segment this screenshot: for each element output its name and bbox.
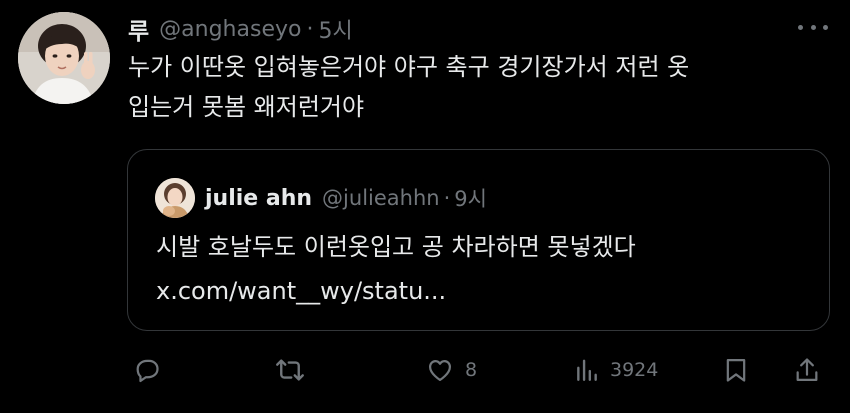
like-count: 8 [465, 359, 478, 381]
reply-icon [136, 359, 159, 383]
tweet-container: 루 @anghaseyo · 5시 누가 이딴옷 입혀놓은거야 야구 축구 경기… [0, 0, 850, 413]
views-count: 3924 [610, 359, 659, 381]
tweet-text: 누가 이딴옷 입혀놓은거야 야구 축구 경기장가서 저런 옷 입는거 못봄 왜저… [128, 47, 828, 127]
quote-avatar-photo [155, 178, 195, 218]
tweet-text-line: 입는거 못봄 왜저런거야 [128, 93, 365, 121]
share-button[interactable] [793, 350, 821, 390]
like-button[interactable]: 8 [425, 350, 477, 390]
repost-icon [276, 359, 304, 381]
quote-text-line: 시발 호날두도 이런옷입고 공 차라하면 못넣겠다 [156, 233, 636, 261]
quote-avatar[interactable] [155, 178, 195, 218]
avatar[interactable] [18, 12, 110, 104]
repost-button[interactable] [275, 350, 305, 390]
heart-icon [428, 360, 452, 382]
quote-tweet-card[interactable]: julie ahn @julieahhn · 9시 시발 호날두도 이런옷입고 … [127, 149, 830, 331]
more-options-icon[interactable] [798, 20, 828, 34]
quote-user-handle[interactable]: @julieahhn [322, 186, 440, 210]
display-name[interactable]: 루 [128, 12, 149, 46]
bookmark-icon [726, 358, 746, 382]
quote-link[interactable]: x.com/want__wy/statu... [156, 269, 816, 313]
separator-dot: · [306, 16, 314, 42]
action-bar: 8 3924 [128, 350, 828, 390]
timestamp[interactable]: 5시 [318, 13, 352, 45]
more-dot [798, 24, 803, 30]
user-handle[interactable]: @anghaseyo [159, 17, 301, 42]
reply-button[interactable] [133, 350, 161, 390]
tweet-header: 루 @anghaseyo · 5시 [128, 12, 790, 46]
views-button[interactable]: 3924 [574, 350, 658, 390]
more-dot [823, 24, 828, 30]
views-icon [577, 359, 597, 381]
bookmark-button[interactable] [722, 350, 750, 390]
quote-display-name[interactable]: julie ahn [205, 186, 312, 211]
quote-timestamp[interactable]: 9시 [454, 183, 487, 213]
quote-separator-dot: · [443, 186, 451, 210]
more-dot [810, 24, 816, 30]
quote-text: 시발 호날두도 이런옷입고 공 차라하면 못넣겠다 x.com/want__wy… [156, 225, 816, 313]
avatar-photo [18, 12, 110, 104]
quote-header: julie ahn @julieahhn · 9시 [205, 178, 487, 218]
share-icon [796, 358, 818, 382]
tweet-text-line: 누가 이딴옷 입혀놓은거야 야구 축구 경기장가서 저런 옷 [128, 53, 690, 81]
